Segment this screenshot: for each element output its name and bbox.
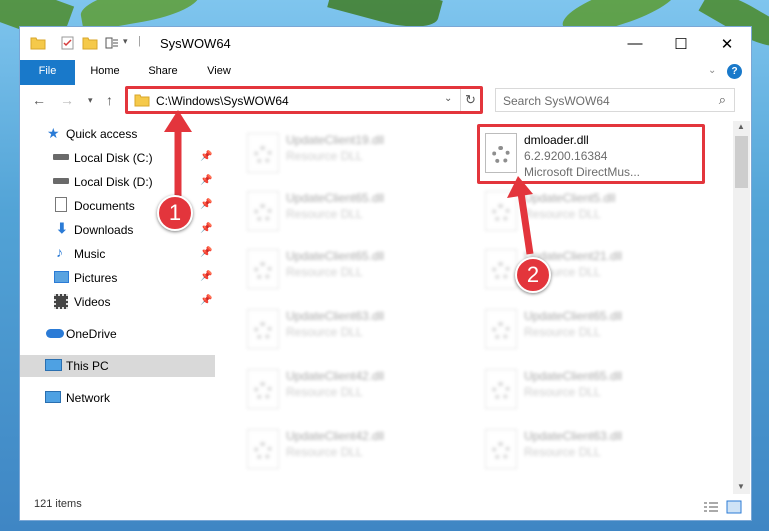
arrow-two	[507, 176, 534, 255]
callout-badge-two: 2	[515, 257, 551, 293]
arrow-one	[164, 110, 192, 196]
annotation-layer	[164, 110, 534, 255]
callout-badge-one: 1	[157, 195, 193, 231]
